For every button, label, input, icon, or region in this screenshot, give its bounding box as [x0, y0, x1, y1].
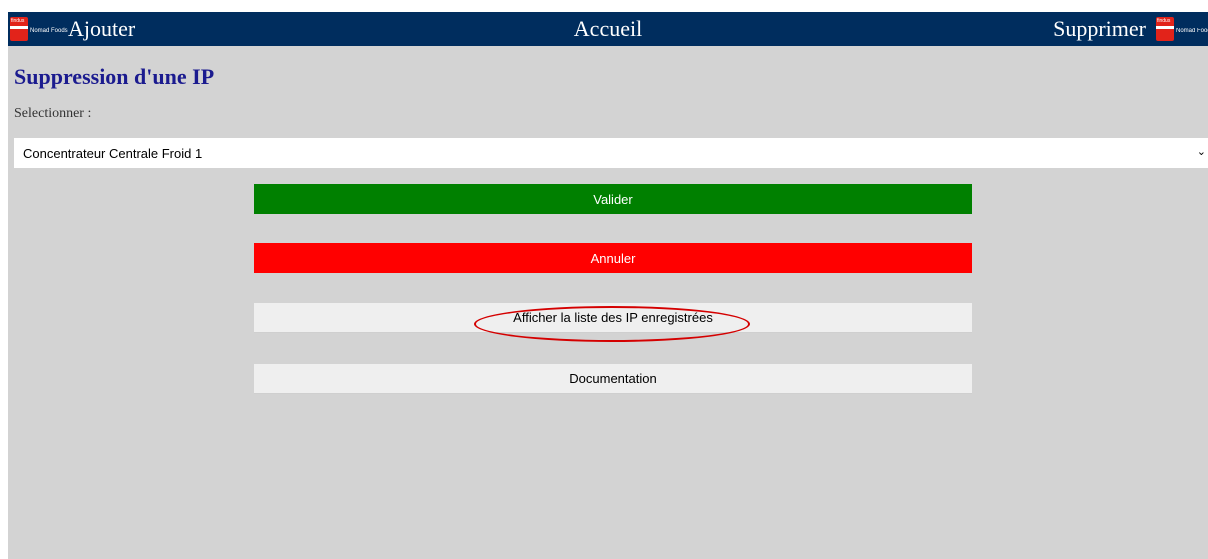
logo-word: findus [1157, 18, 1171, 24]
chevron-down-icon: ⌄ [1196, 146, 1206, 158]
findus-flag-icon: findus [1156, 17, 1174, 41]
nav-home-container: Accueil [8, 14, 1208, 44]
validate-button[interactable]: Valider [254, 184, 972, 214]
findus-flag-icon: findus [10, 17, 28, 41]
cancel-button[interactable]: Annuler [254, 243, 972, 273]
logo-left: findus Nomad Foods [10, 17, 68, 41]
navbar: findus Nomad Foods Ajouter Accueil Suppr… [8, 12, 1208, 46]
documentation-button[interactable]: Documentation [254, 364, 972, 394]
logo-word: findus [11, 18, 25, 24]
select-label: Selectionner : [14, 106, 92, 121]
logo-right: findus Nomad Foods [1156, 17, 1208, 41]
select-value: Concentrateur Centrale Froid 1 [23, 145, 203, 161]
show-ip-list-button[interactable]: Afficher la liste des IP enregistrées [254, 303, 972, 333]
logo-brand-text: Nomad Foods [1176, 28, 1208, 34]
ip-select-dropdown[interactable]: Concentrateur Centrale Froid 1 ⌄ [14, 138, 1208, 168]
page-title: Suppression d'une IP [14, 64, 215, 89]
nav-add-link[interactable]: Ajouter [68, 14, 135, 44]
nav-home-link[interactable]: Accueil [574, 16, 642, 41]
app-container: findus Nomad Foods Ajouter Accueil Suppr… [8, 12, 1208, 559]
logo-brand-text: Nomad Foods [30, 28, 68, 34]
nav-delete-link[interactable]: Supprimer [1053, 14, 1146, 44]
